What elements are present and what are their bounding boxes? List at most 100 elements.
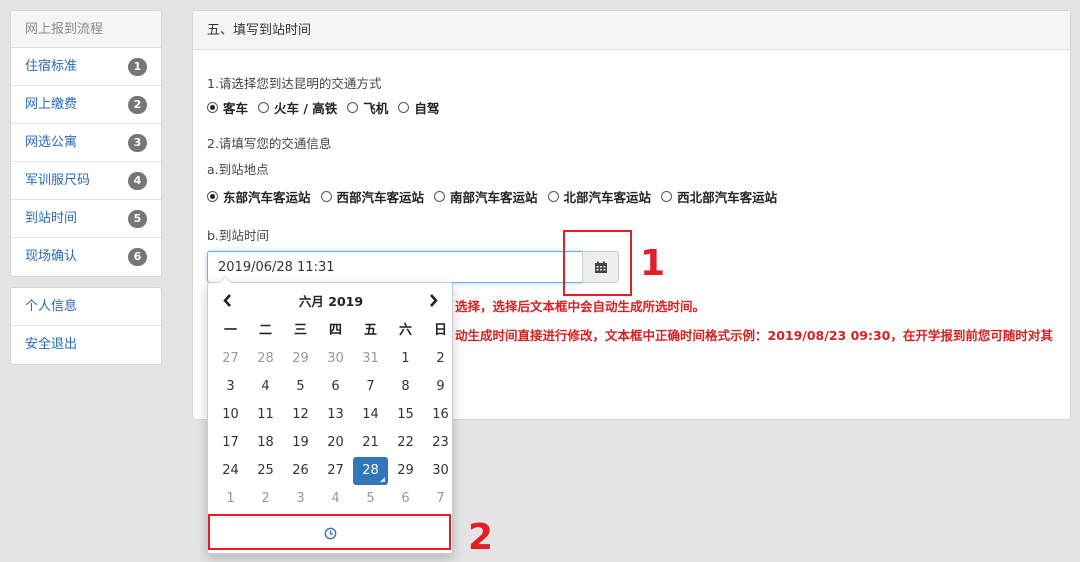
sidebar: 网上报到流程 住宿标准 1 网上缴费 2 网选公寓 3 军训服尺码 4 到站时间 5 现场确认 6 个… <box>10 10 162 365</box>
sidebar-item-label: 到站时间 <box>25 211 78 226</box>
station-options: 东部汽车客运站 西部汽车客运站 南部汽车客运站 北部汽车客运站 西北部汽车客运站 <box>207 187 787 206</box>
sidebar-item[interactable]: 网选公寓 3 <box>11 124 161 162</box>
transport-option[interactable]: 客车 <box>207 98 248 117</box>
station-question: a.到站地点 <box>207 162 269 177</box>
step-badge: 4 <box>128 172 147 190</box>
calendar-day[interactable]: 1 <box>388 345 423 373</box>
radio-button[interactable] <box>398 102 410 113</box>
calendar-day[interactable]: 13 <box>318 401 353 429</box>
calendar-day[interactable]: 16 <box>423 401 458 429</box>
calendar-day[interactable]: 15 <box>388 401 423 429</box>
calendar-day[interactable]: 29 <box>283 345 318 373</box>
calendar-day[interactable]: 22 <box>388 429 423 457</box>
sidebar-item-label: 军训服尺码 <box>25 173 91 188</box>
station-option[interactable]: 南部汽车客运站 <box>434 187 538 206</box>
calendar-day[interactable]: 20 <box>318 429 353 457</box>
calendar-day[interactable]: 1 <box>213 485 248 513</box>
weekday-header: 二 <box>258 323 272 338</box>
radio-button[interactable] <box>207 102 218 113</box>
sidebar-item[interactable]: 个人信息 <box>11 288 161 326</box>
calendar-day[interactable]: 28 <box>248 345 283 373</box>
calendar-day[interactable]: 2 <box>248 485 283 513</box>
calendar-day[interactable]: 18 <box>248 429 283 457</box>
sidebar-item[interactable]: 现场确认 6 <box>11 238 161 276</box>
sidebar-item[interactable]: 住宿标准 1 <box>11 48 161 86</box>
sidebar-item[interactable]: 安全退出 <box>11 326 161 364</box>
prev-month-button[interactable] <box>212 289 242 315</box>
calendar-day[interactable]: 3 <box>213 373 248 401</box>
radio-button[interactable] <box>347 102 359 113</box>
calendar-day[interactable]: 7 <box>423 485 458 513</box>
calendar-day[interactable]: 4 <box>248 373 283 401</box>
calendar-day[interactable]: 9 <box>423 373 458 401</box>
weekday-header: 四 <box>328 323 342 338</box>
calendar-day[interactable]: 24 <box>213 457 248 485</box>
annotation-label-2: 2 <box>468 517 494 558</box>
calendar-day[interactable]: 10 <box>213 401 248 429</box>
sidebar-item-label: 安全退出 <box>25 337 78 352</box>
calendar-day[interactable]: 4 <box>318 485 353 513</box>
calendar-day[interactable]: 3 <box>283 485 318 513</box>
radio-button[interactable] <box>547 191 559 202</box>
radio-button[interactable] <box>434 191 446 202</box>
chevron-left-icon <box>222 294 231 307</box>
sidebar-item-label: 住宿标准 <box>25 59 78 74</box>
calendar-day[interactable]: 19 <box>283 429 318 457</box>
calendar-day[interactable]: 30 <box>318 345 353 373</box>
calendar-day[interactable]: 31 <box>353 345 388 373</box>
sidebar-item[interactable]: 网上缴费 2 <box>11 86 161 124</box>
calendar-day[interactable]: 5 <box>353 485 388 513</box>
station-option-label: 东部汽车客运站 <box>223 190 311 205</box>
transport-option[interactable]: 飞机 <box>347 98 388 117</box>
weekday-header: 六 <box>398 323 412 338</box>
sidebar-item[interactable]: 军训服尺码 4 <box>11 162 161 200</box>
month-title[interactable]: 六月 2019 <box>268 289 394 315</box>
calendar-day[interactable]: 25 <box>248 457 283 485</box>
sidebar-item-label: 网选公寓 <box>25 135 78 150</box>
calendar-day[interactable]: 12 <box>283 401 318 429</box>
sidebar-item[interactable]: 到站时间 5 <box>11 200 161 238</box>
calendar-day[interactable]: 5 <box>283 373 318 401</box>
transport-option[interactable]: 火车 / 高铁 <box>258 98 337 117</box>
weekday-header: 一 <box>223 323 237 338</box>
radio-button[interactable] <box>207 191 218 202</box>
station-option[interactable]: 西部汽车客运站 <box>320 187 425 206</box>
radio-button[interactable] <box>661 191 673 202</box>
calendar-day[interactable]: 2 <box>423 345 458 373</box>
step-badge: 6 <box>128 248 147 266</box>
calendar-day[interactable]: 8 <box>388 373 423 401</box>
radio-button[interactable] <box>258 102 270 113</box>
process-menu: 网上报到流程 住宿标准 1 网上缴费 2 网选公寓 3 军训服尺码 4 到站时间 5 现场确认 6 <box>10 10 162 277</box>
annotation-label-1: 1 <box>640 243 666 284</box>
calendar-day[interactable]: 11 <box>248 401 283 429</box>
calendar-day[interactable]: 14 <box>353 401 388 429</box>
calendar-day[interactable]: 30 <box>423 457 458 485</box>
calendar-day[interactable]: 28 <box>353 457 388 485</box>
calendar-day[interactable]: 21 <box>353 429 388 457</box>
calendar-day[interactable]: 27 <box>318 457 353 485</box>
calendar-day[interactable]: 26 <box>283 457 318 485</box>
radio-button[interactable] <box>320 191 332 202</box>
transport-option[interactable]: 自驾 <box>398 98 439 117</box>
panel-title: 五、填写到站时间 <box>193 11 1070 50</box>
calendar-day[interactable]: 23 <box>423 429 458 457</box>
station-option[interactable]: 东部汽车客运站 <box>207 187 311 206</box>
step-badge: 2 <box>128 96 147 114</box>
station-option[interactable]: 西北部汽车客运站 <box>661 187 777 206</box>
sidebar-item-label: 个人信息 <box>25 299 78 314</box>
transport-info-question: 2.请填写您的交通信息 <box>207 136 332 151</box>
process-menu-header: 网上报到流程 <box>11 11 161 48</box>
calendar-day[interactable]: 27 <box>213 345 248 373</box>
calendar-day[interactable]: 7 <box>353 373 388 401</box>
arrival-time-input[interactable] <box>207 251 583 283</box>
calendar-day[interactable]: 6 <box>388 485 423 513</box>
weekday-header: 日 <box>433 323 447 338</box>
transport-option-label: 飞机 <box>363 101 389 116</box>
calendar-day[interactable]: 6 <box>318 373 353 401</box>
calendar-day[interactable]: 29 <box>388 457 423 485</box>
calendar-day[interactable]: 17 <box>213 429 248 457</box>
next-month-button[interactable] <box>418 289 448 315</box>
station-option[interactable]: 北部汽车客运站 <box>547 187 651 206</box>
station-option-label: 西部汽车客运站 <box>336 190 425 205</box>
calendar-grid: 一二三四五六日 27 28 29 30 31 1 2 3 4 5 6 7 8 9 10 11 12 13 14 15 16… <box>213 317 458 513</box>
